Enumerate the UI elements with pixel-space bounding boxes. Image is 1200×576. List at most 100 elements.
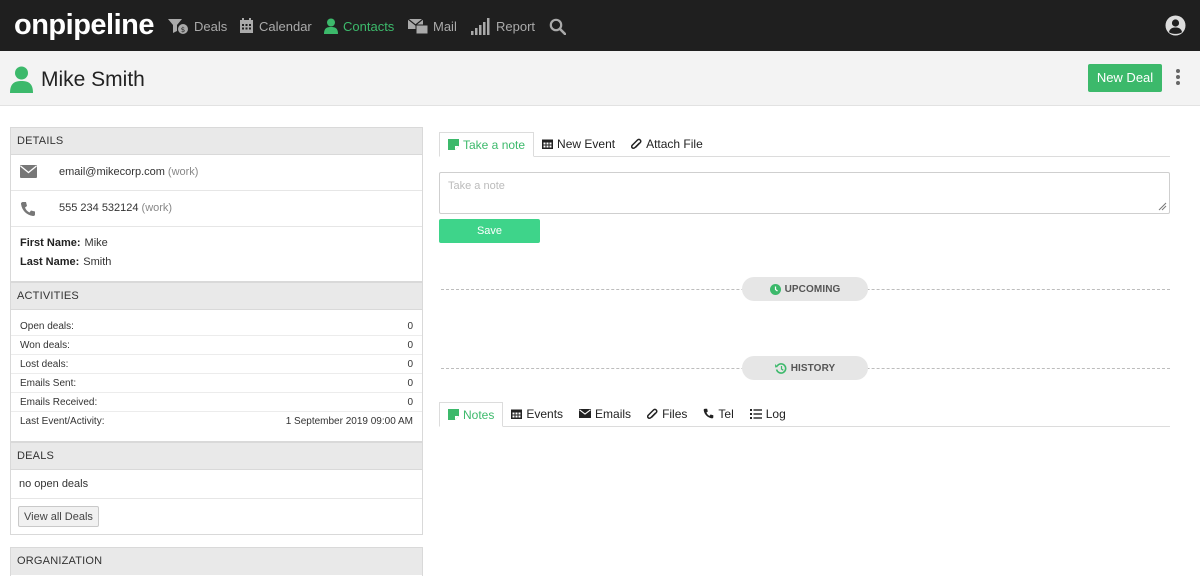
- email-link[interactable]: email@mikecorp.com: [59, 166, 165, 178]
- save-note-button[interactable]: Save: [439, 219, 540, 243]
- page-title: Mike Smith: [41, 68, 145, 91]
- activity-row: Lost deals: 0: [11, 355, 422, 374]
- tab-files-label: Files: [662, 406, 688, 421]
- nav-contacts[interactable]: Contacts: [324, 14, 394, 38]
- nav-deals[interactable]: $ Deals: [167, 14, 227, 38]
- upcoming-badge: UPCOMING: [742, 277, 868, 301]
- top-navbar: onpipeline $ Deals Calendar Contacts Mai…: [0, 0, 1200, 51]
- activity-row: Open deals: 0: [11, 317, 422, 336]
- sticky-note-icon: [448, 409, 459, 420]
- deals-empty-text: no open deals: [11, 470, 422, 499]
- history-badge: HISTORY: [742, 356, 868, 380]
- nav-mail[interactable]: Mail: [408, 14, 457, 38]
- tab-notes-label: Notes: [463, 407, 495, 422]
- activity-row: Last Event/Activity: 1 September 2019 09…: [11, 412, 422, 431]
- last-name-label: Last Name:: [20, 256, 80, 268]
- more-options-icon[interactable]: [1174, 69, 1182, 89]
- tab-take-a-note-label: Take a note: [463, 137, 526, 152]
- nav-report[interactable]: Report: [471, 14, 535, 38]
- note-tabs: Take a note New Event Attach File: [439, 131, 1170, 157]
- tab-tel[interactable]: Tel: [695, 401, 741, 426]
- page-header: Mike Smith New Deal: [0, 51, 1200, 106]
- activity-label: Open deals:: [20, 320, 74, 332]
- tab-emails[interactable]: Emails: [571, 401, 639, 426]
- deals-filter-icon: $: [168, 19, 188, 34]
- activity-value: 0: [407, 339, 413, 351]
- deals-heading: DEALS: [11, 443, 422, 470]
- upcoming-label: UPCOMING: [784, 283, 841, 295]
- tab-attach-file-label: Attach File: [646, 136, 703, 151]
- sticky-note-icon: [448, 139, 459, 150]
- search-icon: [549, 18, 566, 35]
- activity-row: Emails Sent: 0: [11, 374, 422, 393]
- tab-files[interactable]: Files: [639, 401, 695, 426]
- tab-attach-file[interactable]: Attach File: [623, 131, 711, 156]
- envelope-icon: [20, 165, 37, 178]
- first-name-value: Mike: [84, 237, 108, 249]
- contact-person-icon: [10, 66, 33, 93]
- tab-events-label: Events: [526, 406, 564, 421]
- activity-row: Won deals: 0: [11, 336, 422, 355]
- deals-panel: DEALS no open deals View all Deals: [10, 442, 423, 535]
- activity-label: Won deals:: [20, 339, 70, 351]
- tab-notes[interactable]: Notes: [439, 402, 504, 427]
- details-panel: DETAILS email@mikecorp.com (work) 555 234…: [10, 127, 423, 282]
- first-name-row: First Name: Mike: [11, 234, 422, 253]
- tab-events[interactable]: Events: [503, 401, 571, 426]
- calendar-icon: [240, 18, 253, 33]
- nav-calendar-label: Calendar: [259, 18, 312, 34]
- activity-value: 1 September 2019 09:00 AM: [285, 416, 413, 427]
- activity-label: Emails Received:: [20, 396, 98, 408]
- nav-mail-label: Mail: [433, 18, 457, 34]
- activity-label: Last Event/Activity:: [20, 416, 105, 427]
- calendar-icon: [511, 409, 523, 419]
- user-circle-icon[interactable]: [1165, 15, 1186, 36]
- tab-take-a-note[interactable]: Take a note: [439, 132, 535, 157]
- paperclip-icon: [631, 138, 642, 149]
- phone-row: 555 234 532124 (work): [11, 191, 422, 227]
- last-name-value: Smith: [83, 256, 112, 268]
- email-row: email@mikecorp.com (work): [11, 155, 422, 191]
- tab-log[interactable]: Log: [742, 401, 794, 426]
- activity-value: 0: [407, 396, 413, 408]
- phone-icon: [20, 202, 35, 217]
- activities-heading: ACTIVITIES: [11, 283, 422, 310]
- note-textarea[interactable]: [439, 172, 1170, 214]
- last-name-row: Last Name: Smith: [11, 253, 422, 272]
- organization-panel: ORGANIZATION: [10, 547, 423, 576]
- list-icon: [749, 408, 762, 419]
- activity-value: 0: [407, 320, 413, 332]
- tab-log-label: Log: [765, 406, 786, 421]
- organization-heading[interactable]: ORGANIZATION: [11, 548, 422, 575]
- phone-type: (work): [141, 202, 173, 214]
- details-heading: DETAILS: [11, 128, 422, 155]
- nav-search[interactable]: [549, 14, 571, 38]
- tab-new-event-label: New Event: [557, 136, 616, 151]
- tab-emails-label: Emails: [595, 406, 632, 421]
- view-all-deals-button[interactable]: View all Deals: [18, 506, 99, 527]
- phone-link[interactable]: 555 234 532124: [59, 202, 139, 214]
- history-tabs: Notes Events Emails Files Tel Log: [439, 401, 1170, 427]
- activity-value: 0: [407, 358, 413, 370]
- bar-chart-icon: [471, 17, 490, 35]
- history-label: HISTORY: [790, 362, 836, 374]
- activity-row: Emails Received: 0: [11, 393, 422, 412]
- history-icon: [774, 362, 787, 374]
- person-icon: [324, 18, 338, 34]
- mail-icon: [408, 18, 428, 34]
- nav-report-label: Report: [496, 18, 536, 34]
- app-logo[interactable]: onpipeline: [14, 8, 155, 42]
- svg-text:$: $: [181, 26, 185, 34]
- activity-label: Lost deals:: [20, 358, 69, 370]
- nav-contacts-label: Contacts: [343, 18, 395, 34]
- resize-grip-icon[interactable]: [1158, 202, 1167, 211]
- paperclip-icon: [647, 408, 658, 419]
- first-name-label: First Name:: [20, 237, 81, 249]
- nav-calendar[interactable]: Calendar: [239, 14, 312, 38]
- tab-new-event[interactable]: New Event: [534, 131, 623, 156]
- activity-label: Emails Sent:: [20, 377, 77, 389]
- email-type: (work): [167, 166, 199, 178]
- activities-panel: ACTIVITIES Open deals: 0 Won deals: 0 Lo…: [10, 282, 423, 442]
- new-deal-button[interactable]: New Deal: [1088, 64, 1162, 92]
- activity-value: 0: [407, 377, 413, 389]
